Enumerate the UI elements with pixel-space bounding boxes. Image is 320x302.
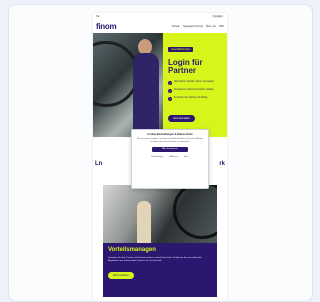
hero-login-button[interactable]: Jetzt anmelden xyxy=(168,115,195,122)
feature-card: Vorteilsmanagen Verwalten Sie Ihre Partn… xyxy=(103,185,217,297)
cookie-more-link[interactable]: Mehr xyxy=(184,156,189,158)
hero-bullet-list: ✓ Alle Partner-Vorteile nutzen und spare… xyxy=(168,81,222,101)
feature-photo xyxy=(103,185,217,243)
preview-card: DE Kontakt finom Vorteile Tagesgeld Umzu… xyxy=(8,4,313,302)
cookie-consent-dialog: Cookie-Einstellungen & Datenschutz Wir v… xyxy=(131,129,209,189)
finom-logo[interactable]: finom xyxy=(96,22,117,31)
hero-section: Geschäftskunden Login für Partner ✓ Alle… xyxy=(93,33,227,137)
hero-title-line2: Partner xyxy=(168,66,197,75)
section-heading-left: Ln xyxy=(95,161,103,167)
hero-bullet: ✓ Alle Partner-Vorteile nutzen und spare… xyxy=(168,81,222,85)
bicycle-wheel-shape xyxy=(173,185,217,239)
check-icon: ✓ xyxy=(168,97,172,101)
cookie-links: Einstellungen Ablehnen Mehr xyxy=(136,156,204,158)
hero-bullet: ✓ Provisionen schnell und sicher erhalte… xyxy=(168,89,222,93)
nav-item-tagesgeld[interactable]: Tagesgeld Umzug xyxy=(183,25,203,28)
feature-text: Verwalten Sie Ihre Partner und Vorteile … xyxy=(108,257,202,262)
hero-bullet: ✓ Ihr Konto. Ihre Partner. Ihr Erfolg xyxy=(168,97,222,101)
hero-bullet-text: Alle Partner-Vorteile nutzen und sparen xyxy=(174,81,215,83)
nav-item-hilfe[interactable]: Hilfe xyxy=(219,25,224,28)
person-shape xyxy=(133,53,159,137)
feature-title: Vorteilsmanagen xyxy=(108,247,156,253)
nav-item-ueber-uns[interactable]: Über uns xyxy=(206,25,216,28)
worker-shape xyxy=(137,201,151,243)
hero-bullet-text: Ihr Konto. Ihre Partner. Ihr Erfolg xyxy=(174,97,208,99)
cookie-accept-button[interactable]: Alle akzeptieren xyxy=(152,146,188,152)
hero-bullet-text: Provisionen schnell und sicher erhalten xyxy=(174,89,214,91)
cookie-title: Cookie-Einstellungen & Datenschutz xyxy=(147,133,193,136)
check-icon: ✓ xyxy=(168,81,172,85)
main-navigation: finom Vorteile Tagesgeld Umzug Über uns … xyxy=(93,19,227,33)
hero-badge: Geschäftskunden xyxy=(168,47,194,52)
check-icon: ✓ xyxy=(168,89,172,93)
nav-item-vorteile[interactable]: Vorteile xyxy=(171,25,179,28)
hero-panel: Geschäftskunden Login für Partner ✓ Alle… xyxy=(163,33,227,137)
section-heading-right: rk xyxy=(219,161,225,167)
contact-link[interactable]: Kontakt xyxy=(211,14,224,18)
nav-links: Vorteile Tagesgeld Umzug Über uns Hilfe xyxy=(171,25,224,28)
hero-photo xyxy=(93,33,163,137)
cookie-settings-link[interactable]: Einstellungen xyxy=(151,156,163,158)
cookie-text: Wir verwenden Cookies, um Ihnen das best… xyxy=(137,138,203,143)
feature-panel: Vorteilsmanagen Verwalten Sie Ihre Partn… xyxy=(103,243,217,297)
hero-title: Login für Partner xyxy=(168,59,222,75)
feature-more-button[interactable]: Mehr erfahren xyxy=(108,272,134,279)
locale-switch[interactable]: DE xyxy=(96,15,99,18)
cookie-decline-link[interactable]: Ablehnen xyxy=(170,156,178,158)
